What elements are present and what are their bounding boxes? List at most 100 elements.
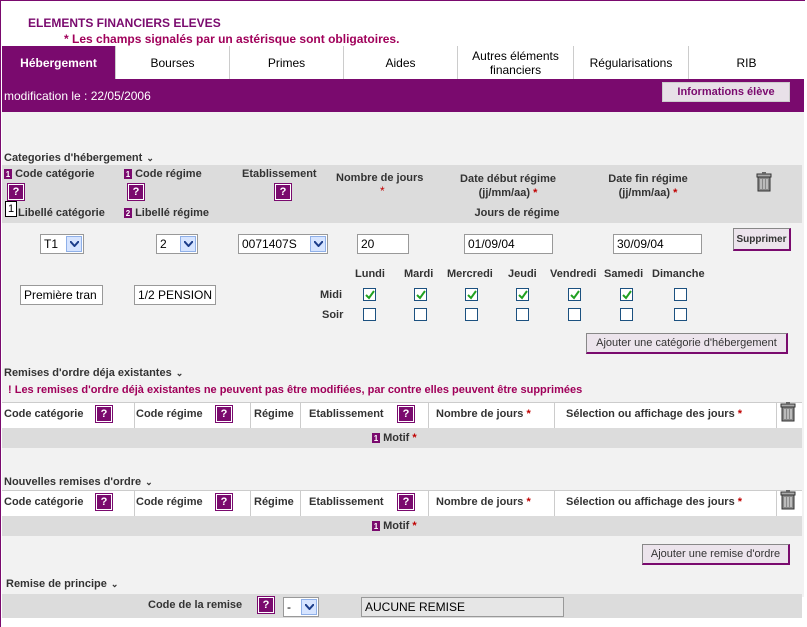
ajouter-remise-button[interactable]: Ajouter une remise d'ordre [642, 544, 790, 565]
date-debut-input[interactable]: 01/09/04 [464, 234, 553, 254]
code-categorie-select[interactable]: T1 [40, 234, 84, 254]
tab-rib[interactable]: RIB [689, 46, 804, 79]
chevron-down-icon: ⌄ [175, 368, 184, 378]
header-code-regime: Code régime [135, 168, 202, 180]
soir-checkbox-mardi[interactable] [414, 308, 427, 321]
checkmark-icon [466, 289, 477, 300]
column-divider [428, 490, 429, 516]
help-icon[interactable]: ? [397, 493, 415, 511]
trash-icon[interactable] [780, 402, 796, 425]
help-icon[interactable]: ? [215, 405, 233, 423]
code-remise-label: Code de la remise [148, 599, 243, 611]
day-label-jeudi: Jeudi [508, 268, 537, 280]
midi-label: Midi [320, 289, 342, 301]
column-divider [300, 402, 301, 428]
existantes-header-motif: Motif [383, 432, 410, 444]
header-nombre-jours: Nombre de jours [336, 172, 424, 184]
nouvelles-header-regime: Régime [254, 496, 294, 508]
nouvelles-header-etablissement: Etablissement [309, 496, 384, 508]
soir-checkbox-jeudi[interactable] [516, 308, 529, 321]
libelle-regime-input[interactable]: 1/2 PENSION [134, 285, 216, 305]
help-icon[interactable]: ? [257, 596, 275, 614]
day-label-samedi: Samedi [604, 268, 644, 280]
tab-autres-elements[interactable]: Autres éléments financiers [458, 46, 574, 79]
help-icon[interactable]: ? [274, 183, 292, 201]
info-eleve-button[interactable]: Informations élève [662, 82, 790, 102]
tab-regularisations[interactable]: Régularisations [574, 46, 689, 79]
number-1-icon: 1 [372, 521, 380, 532]
midi-checkbox-mercredi[interactable] [465, 288, 478, 301]
required-star: * [526, 496, 531, 508]
nouvelles-header-code-regime: Code régime [136, 496, 203, 508]
column-divider [776, 490, 777, 516]
help-icon[interactable]: ? [127, 183, 145, 201]
header-date-debut: Date début régime (jj/mm/aa) [460, 173, 556, 199]
required-star: * [737, 496, 743, 508]
soir-checkbox-samedi[interactable] [620, 308, 633, 321]
required-star: * [412, 520, 417, 532]
midi-checkbox-samedi[interactable] [620, 288, 633, 301]
nouvelles-header-selection-jours: Sélection ou affichage des jours [566, 496, 735, 508]
trash-icon[interactable] [780, 490, 796, 513]
chevron-down-icon [301, 599, 317, 615]
midi-checkbox-vendredi[interactable] [568, 288, 581, 301]
column-divider [134, 402, 135, 428]
help-icon[interactable]: ? [397, 405, 415, 423]
nouvelles-header-motif: Motif [383, 520, 410, 532]
help-icon[interactable]: ? [7, 183, 25, 201]
help-icon[interactable]: ? [215, 493, 233, 511]
soir-checkbox-vendredi[interactable] [568, 308, 581, 321]
header-etablissement: Etablissement [242, 168, 317, 180]
day-label-mercredi: Mercredi [447, 268, 493, 280]
chevron-down-icon [180, 236, 196, 252]
midi-checkbox-jeudi[interactable] [516, 288, 529, 301]
column-divider [250, 402, 251, 428]
help-icon[interactable]: ? [95, 493, 113, 511]
day-label-mardi: Mardi [404, 268, 434, 280]
libelle-categorie-input[interactable]: Première tran [20, 285, 103, 305]
code-regime-select[interactable]: 2 [156, 234, 198, 254]
existantes-header-code-regime: Code régime [136, 408, 203, 420]
section-remise-principe-title[interactable]: Remise de principe ⌄ [6, 578, 118, 590]
column-divider [554, 402, 555, 428]
chevron-down-icon [310, 236, 326, 252]
tab-aides[interactable]: Aides [344, 46, 458, 79]
section-hebergement-title[interactable]: Categories d'hébergement ⌄ [4, 152, 154, 164]
section-remises-existantes-title[interactable]: Remises d'ordre déja existantes ⌄ [4, 367, 183, 379]
midi-checkbox-dimanche[interactable] [674, 288, 687, 301]
existantes-header-regime: Régime [254, 408, 294, 420]
soir-checkbox-mercredi[interactable] [465, 308, 478, 321]
supprimer-button[interactable]: Supprimer [733, 228, 791, 251]
tab-primes[interactable]: Primes [230, 46, 344, 79]
etablissement-select[interactable]: 0071407S [238, 234, 328, 254]
column-divider [554, 490, 555, 516]
header-code-categorie: Code catégorie [15, 168, 95, 180]
nouvelles-header-code-categorie: Code catégorie [4, 496, 84, 508]
soir-checkbox-dimanche[interactable] [674, 308, 687, 321]
ajouter-categorie-button[interactable]: Ajouter une catégorie d'hébergement [586, 333, 788, 354]
header-libelle-regime: Libellé régime [135, 207, 210, 219]
help-icon[interactable]: ? [95, 405, 113, 423]
checkmark-icon [621, 289, 632, 300]
number-1-icon: 1 [372, 433, 380, 444]
nouvelles-header-nombre-jours: Nombre de jours [436, 496, 524, 508]
column-divider [134, 490, 135, 516]
existantes-header-selection-jours: Sélection ou affichage des jours [566, 408, 735, 420]
tab-hebergement[interactable]: Hébergement [2, 46, 116, 79]
required-star: * [673, 187, 678, 199]
trash-icon[interactable] [756, 172, 772, 195]
required-star: * [526, 408, 531, 420]
midi-checkbox-mardi[interactable] [414, 288, 427, 301]
tab-bourses[interactable]: Bourses [116, 46, 230, 79]
nombre-jours-input[interactable]: 20 [357, 234, 409, 254]
date-fin-input[interactable]: 30/09/04 [613, 234, 702, 254]
checkmark-icon [364, 289, 375, 300]
midi-checkbox-lundi[interactable] [363, 288, 376, 301]
column-divider [776, 402, 777, 428]
day-label-lundi: Lundi [355, 268, 385, 280]
remises-warning: ! Les remises d'ordre déjà existantes ne… [8, 384, 583, 396]
code-remise-select[interactable]: - [283, 597, 319, 617]
day-label-vendredi: Vendredi [550, 268, 597, 280]
soir-checkbox-lundi[interactable] [363, 308, 376, 321]
section-nouvelles-remises-title[interactable]: Nouvelles remises d'ordre ⌄ [4, 476, 153, 488]
